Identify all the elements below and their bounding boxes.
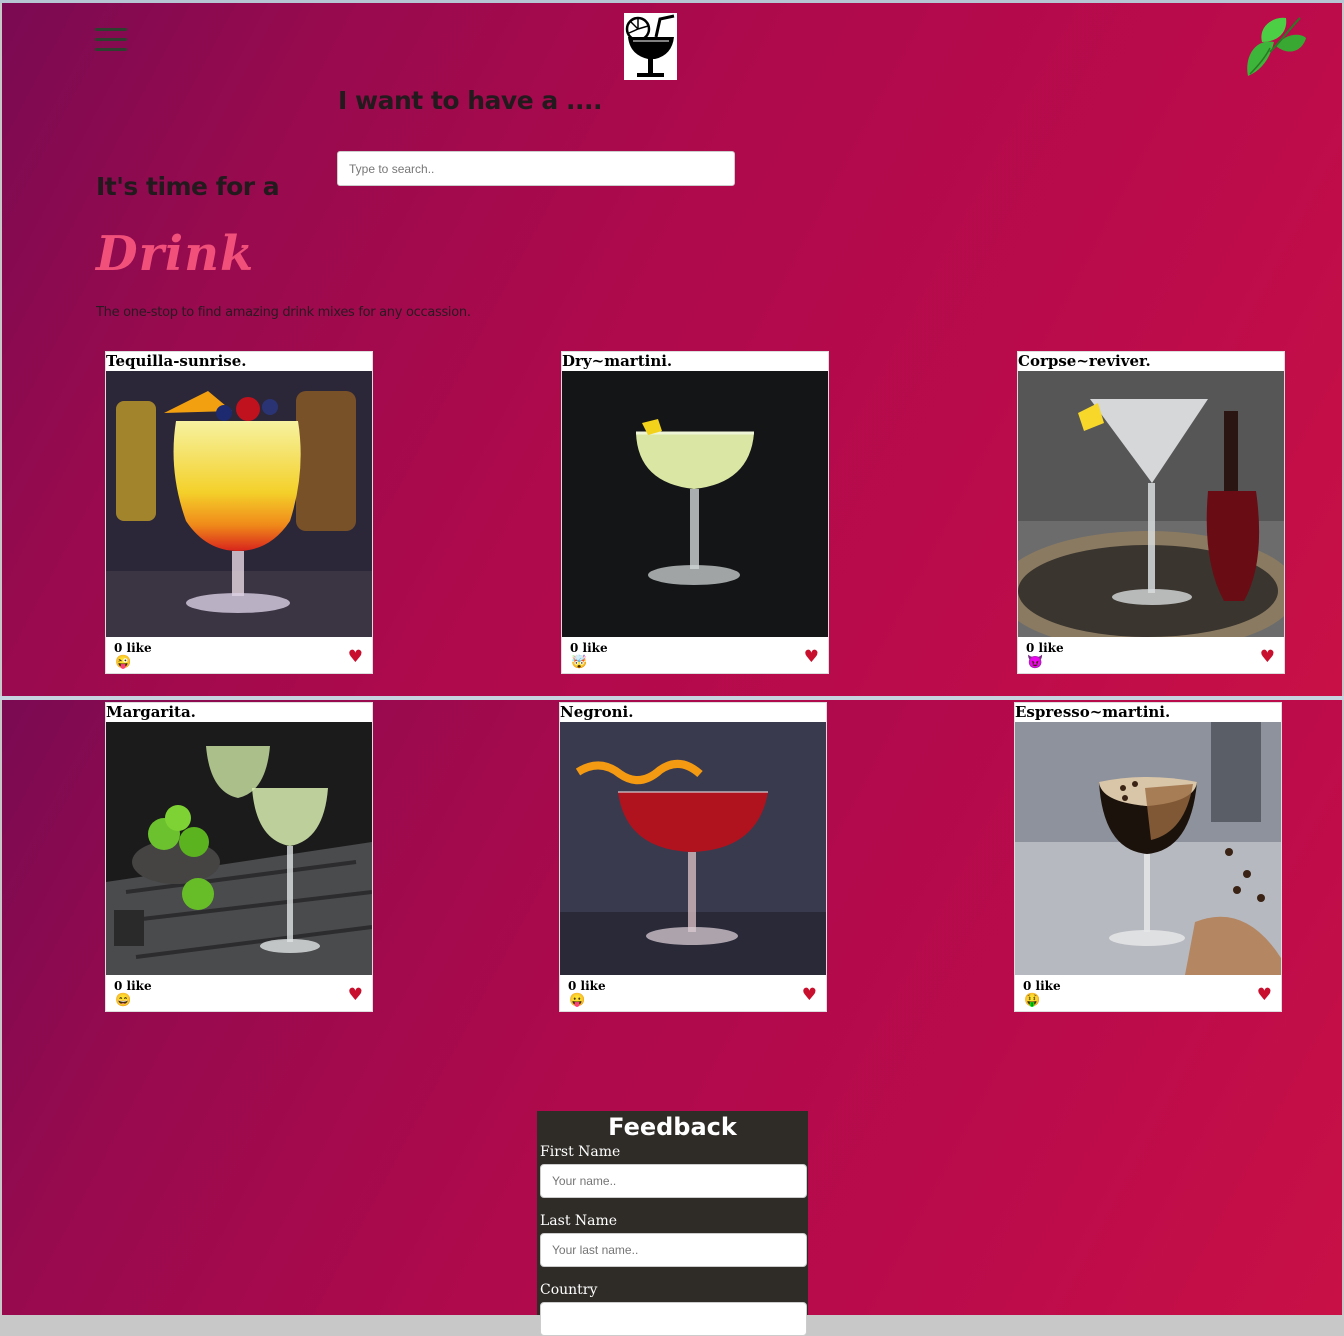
drink-card-tequilla-sunrise[interactable]: Tequilla-sunrise. 0 like 😜 ♥ [105,351,373,674]
mood-emoji-icon: 🤯 [571,655,588,670]
country-label: Country [540,1282,598,1298]
last-name-label: Last Name [540,1213,618,1229]
drink-title: Corpse~reviver. [1018,352,1151,370]
drink-photo[interactable] [562,371,828,637]
drink-title: Negroni. [560,703,634,721]
mood-emoji-icon: 😄 [115,993,132,1008]
like-heart-icon[interactable]: ♥ [348,985,363,1005]
drink-card-margarita[interactable]: Margarita. 0 like 😄 ♥ [105,702,373,1012]
hero-heading: It's time for a [96,172,280,201]
drink-title: Espresso~martini. [1015,703,1171,721]
mint-leaf-icon [1240,12,1308,80]
drink-photo[interactable] [1015,722,1281,975]
drink-title: Margarita. [106,703,196,721]
country-select[interactable] [540,1302,807,1336]
like-count: 0 like [114,979,152,993]
drink-photo[interactable] [106,722,372,975]
search-input[interactable] [337,151,735,186]
drink-card-corpse-reviver[interactable]: Corpse~reviver. 0 like 😈 ♥ [1017,351,1285,674]
feedback-form: Feedback First Name Last Name Country [537,1111,808,1336]
last-name-field[interactable] [540,1233,807,1267]
feedback-title: Feedback [608,1113,737,1141]
drink-title: Dry~martini. [562,352,673,370]
like-heart-icon[interactable]: ♥ [804,647,819,667]
drink-card-dry-martini[interactable]: Dry~martini. 0 like 🤯 ♥ [561,351,829,674]
drink-card-negroni[interactable]: Negroni. 0 like 😛 ♥ [559,702,827,1012]
hamburger-icon[interactable] [95,28,127,58]
drink-title: Tequilla-sunrise. [106,352,247,370]
mood-emoji-icon: 😜 [115,655,132,670]
like-heart-icon[interactable]: ♥ [348,647,363,667]
search-heading: I want to have a .... [338,86,602,115]
hero-tagline: The one-stop to find amazing drink mixes… [96,305,471,320]
drink-card-espresso-martini[interactable]: Espresso~martini. 0 like 🤑 ♥ [1014,702,1282,1012]
like-count: 0 like [114,641,152,655]
like-heart-icon[interactable]: ♥ [1260,647,1275,667]
drink-photo[interactable] [1018,371,1284,637]
like-count: 0 like [570,641,608,655]
drink-photo[interactable] [106,371,372,637]
hero-drink-title: Drink [96,226,255,282]
mood-emoji-icon: 🤑 [1024,993,1041,1008]
mood-emoji-icon: 😛 [569,993,586,1008]
first-name-label: First Name [540,1144,621,1160]
mood-emoji-icon: 😈 [1027,655,1044,670]
first-name-field[interactable] [540,1164,807,1198]
like-heart-icon[interactable]: ♥ [802,985,817,1005]
like-heart-icon[interactable]: ♥ [1257,985,1272,1005]
drink-photo[interactable] [560,722,826,975]
like-count: 0 like [1026,641,1064,655]
like-count: 0 like [568,979,606,993]
like-count: 0 like [1023,979,1061,993]
cocktail-glass-icon[interactable] [624,13,677,80]
